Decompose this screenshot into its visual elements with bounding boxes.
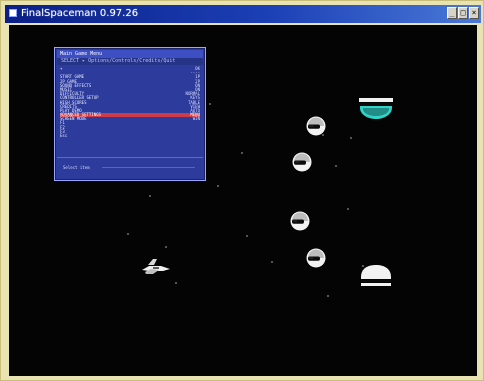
- menu-footer-divider: [102, 167, 195, 168]
- menu-footer-text: Select item: [63, 165, 90, 170]
- app-icon: [9, 9, 17, 17]
- helmet-enemy-icon[interactable]: [305, 247, 327, 269]
- game-window: FinalSpaceman 0.97.26 _ □ × Main Game Me…: [0, 0, 484, 381]
- menu-footer: Select item: [57, 157, 203, 178]
- close-button[interactable]: ×: [469, 7, 479, 19]
- star: [350, 137, 352, 139]
- title-bar[interactable]: FinalSpaceman 0.97.26 _ □ ×: [5, 5, 481, 23]
- star: [175, 282, 177, 284]
- menu-header: Main Game Menu: [57, 50, 203, 58]
- star: [209, 103, 211, 105]
- main-menu-panel: Main Game Menu SELECT ▸ Options/Controls…: [54, 47, 206, 181]
- star: [327, 295, 329, 297]
- star: [149, 195, 151, 197]
- helmet-enemy-icon[interactable]: [289, 210, 311, 232]
- star: [246, 235, 248, 237]
- star: [127, 233, 129, 235]
- player-ship-icon[interactable]: [139, 256, 173, 276]
- menu-list: + OK ---- START GAME 1P 2P GAME 2P SOUND EF…: [60, 66, 200, 138]
- maximize-button[interactable]: □: [458, 7, 468, 19]
- star: [241, 152, 243, 154]
- window-title: FinalSpaceman 0.97.26: [21, 8, 139, 19]
- star: [347, 208, 349, 210]
- window-controls: _ □ ×: [447, 7, 479, 21]
- menu-subheader: SELECT ▸ Options/Controls/Credits/Quit: [57, 58, 203, 65]
- star: [335, 165, 337, 167]
- minimize-button[interactable]: _: [447, 7, 457, 19]
- star: [165, 246, 167, 248]
- star: [271, 261, 273, 263]
- dome-bunker-icon[interactable]: [357, 95, 395, 123]
- dome-bunker-icon[interactable]: [357, 261, 395, 289]
- star: [217, 185, 219, 187]
- game-canvas[interactable]: Main Game Menu SELECT ▸ Options/Controls…: [9, 25, 477, 376]
- helmet-enemy-icon[interactable]: [305, 115, 327, 137]
- menu-item[interactable]: Esc: [60, 133, 200, 138]
- helmet-enemy-icon[interactable]: [291, 151, 313, 173]
